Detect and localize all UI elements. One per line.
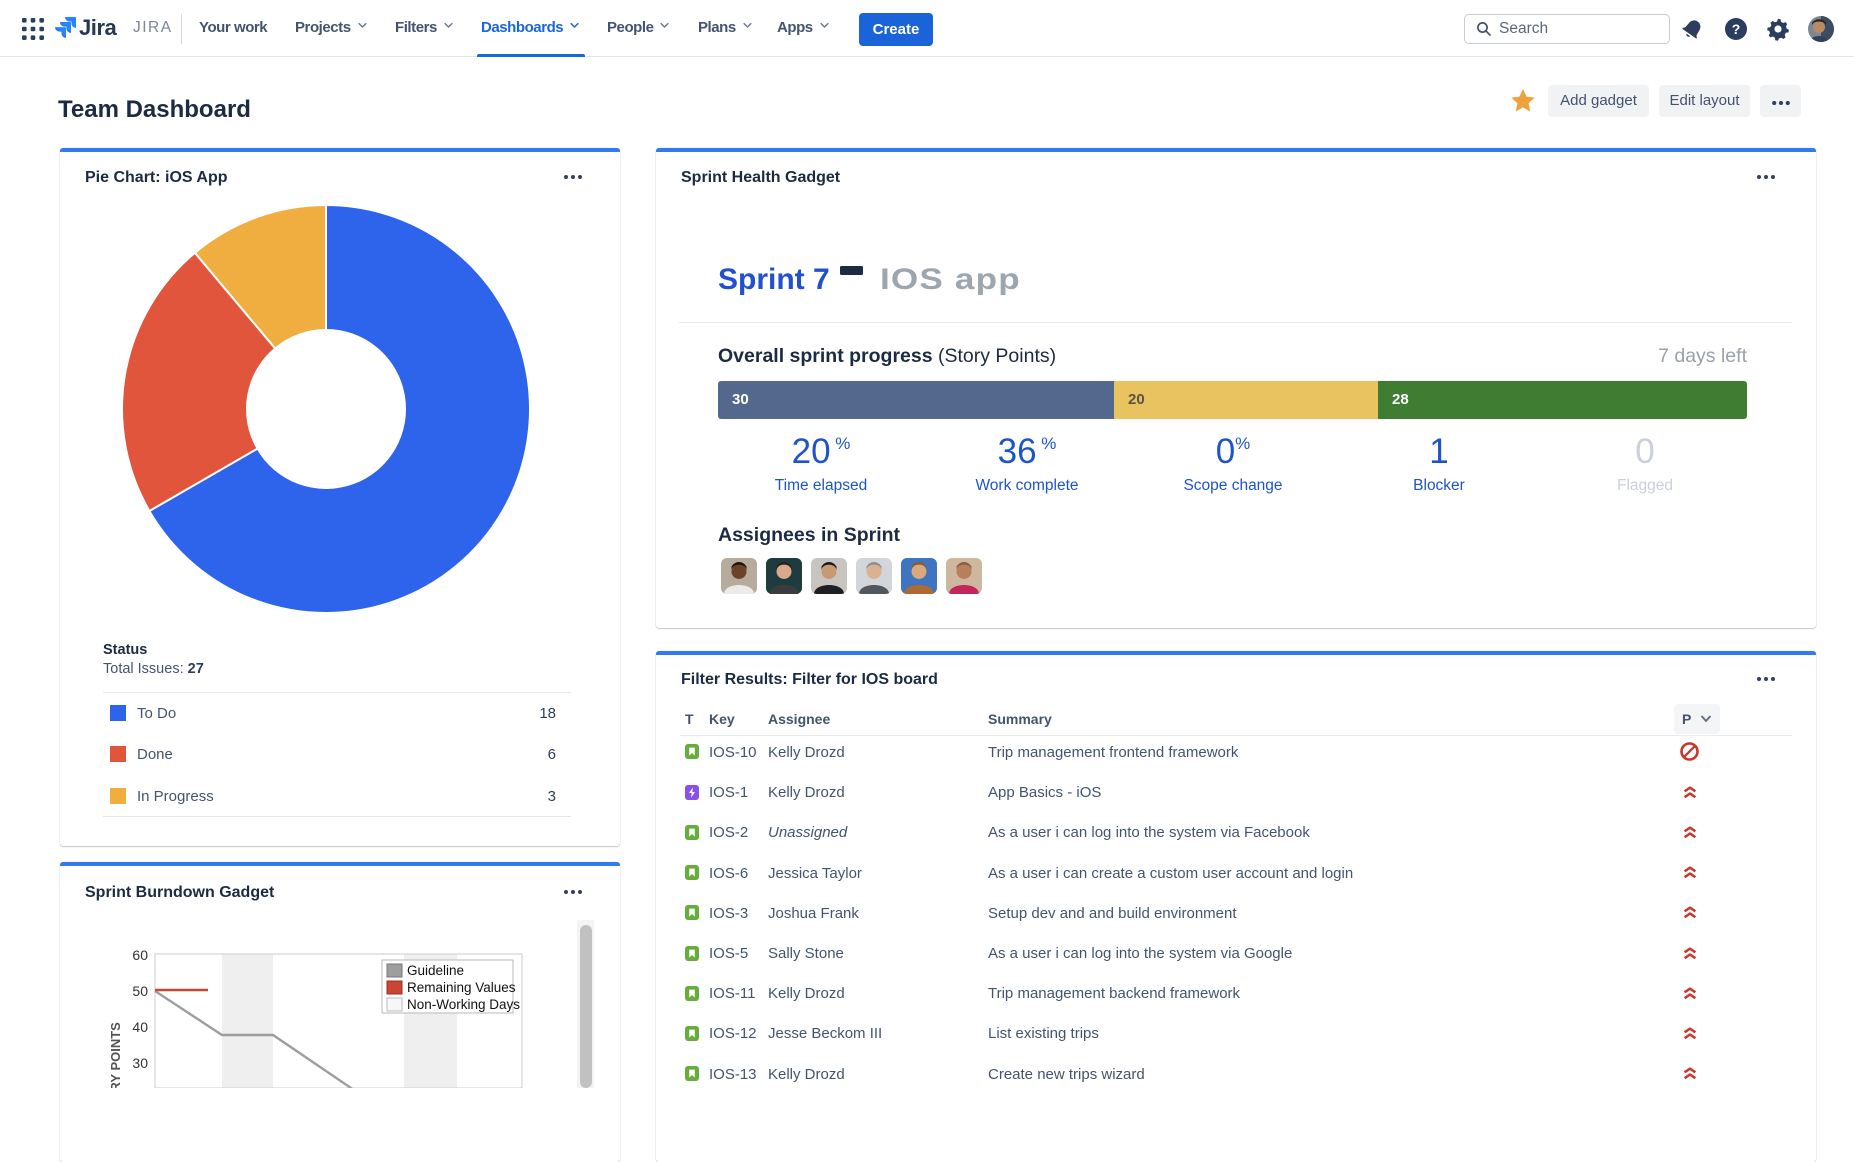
svg-text:Remaining Values: Remaining Values [407, 980, 516, 995]
svg-text:?: ? [1732, 21, 1741, 37]
svg-text:Guideline: Guideline [407, 963, 464, 978]
svg-text:STORY POINTS: STORY POINTS [108, 1022, 123, 1088]
svg-text:Non-Working Days: Non-Working Days [407, 997, 520, 1012]
svg-text:40: 40 [132, 1019, 148, 1035]
svg-text:30: 30 [132, 1055, 148, 1071]
svg-text:50: 50 [132, 983, 148, 999]
svg-text:60: 60 [132, 947, 148, 963]
